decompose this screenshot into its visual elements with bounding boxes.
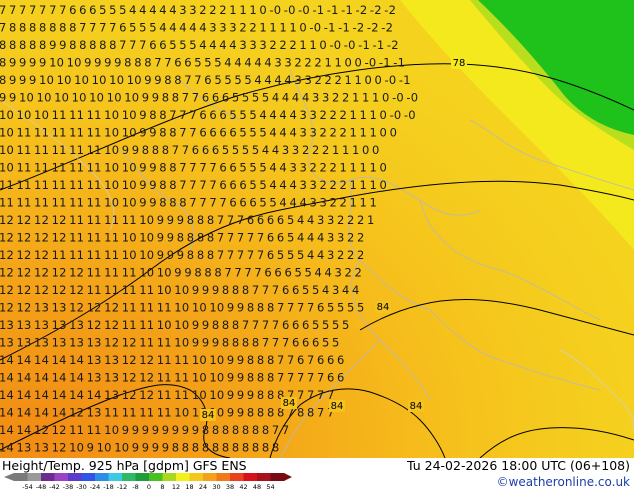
scale-swatch bbox=[14, 473, 28, 481]
scale-swatch bbox=[135, 473, 150, 481]
scale-swatch bbox=[257, 473, 271, 481]
credit-link[interactable]: ©weatheronline.co.uk bbox=[497, 475, 630, 489]
scale-tick-label: 18 bbox=[185, 483, 193, 490]
scale-swatch bbox=[243, 473, 258, 481]
contour-label: 84 bbox=[283, 398, 296, 409]
scale-swatch bbox=[68, 473, 82, 481]
scale-tick-label: 12 bbox=[172, 483, 180, 490]
weather-map: 7 7 7 7 7 7 7 6 6 6 5 5 5 4 4 4 4 4 3 3 … bbox=[0, 0, 634, 458]
scale-tick-label: -24 bbox=[90, 483, 101, 490]
grid-row: 12 12 12 12 12 11 11 11 11 10 10 9 9 9 8… bbox=[0, 283, 360, 297]
color-scale-legend: -54 -48 -42 -38 -30 -24 -18 -12 -8 0 8 12 18 24 30 38 42… bbox=[4, 473, 292, 490]
grid-row: 8 8 8 8 8 9 9 8 8 8 8 8 7 7 7 6 6 5 5 5 … bbox=[0, 38, 399, 52]
scale-tick-label: -54 bbox=[22, 483, 33, 490]
scale-swatch bbox=[216, 473, 231, 481]
map-title: Height/Temp. 925 hPa [gdpm] GFS ENS bbox=[2, 458, 247, 473]
grid-row: 10 11 11 11 11 11 10 9 9 8 8 8 7 7 6 6 6… bbox=[0, 143, 380, 157]
map-canvas: 7 7 7 7 7 7 7 6 6 6 5 5 5 4 4 4 4 4 3 3 … bbox=[0, 0, 634, 458]
scale-tick-label: -38 bbox=[63, 483, 74, 490]
scale-tick-label: 8 bbox=[160, 483, 164, 490]
contour-label: 84 bbox=[331, 401, 344, 412]
grid-row: 11 11 11 11 11 11 10 10 9 9 8 8 8 7 7 7 … bbox=[0, 196, 377, 210]
grid-row: 14 14 14 14 14 13 13 12 12 11 11 10 10 9… bbox=[0, 353, 345, 367]
grid-row: 10 11 11 11 11 11 10 10 9 9 8 8 7 7 7 7 … bbox=[0, 161, 387, 175]
grid-row: 12 12 12 11 11 11 11 10 10 9 9 9 8 8 8 7… bbox=[0, 248, 365, 262]
scale-tick-label: -18 bbox=[103, 483, 114, 490]
grid-row: 8 9 9 9 10 10 10 10 10 10 9 9 8 8 7 7 6 … bbox=[0, 73, 411, 87]
grid-row: 13 13 13 13 13 13 12 12 11 11 10 9 9 9 8… bbox=[0, 336, 340, 350]
grid-row: 14 14 14 14 14 13 13 12 12 11 11 10 10 9… bbox=[0, 371, 345, 385]
grid-row: 13 13 13 13 13 12 12 11 11 10 10 9 9 8 8… bbox=[0, 318, 350, 332]
scale-tick-label: -42 bbox=[49, 483, 60, 490]
grid-row: 14 13 13 12 10 9 10 10 9 9 9 9 8 8 8 8 8… bbox=[0, 441, 279, 455]
scale-swatch bbox=[203, 473, 217, 481]
scale-swatch bbox=[95, 473, 109, 481]
scale-tick-label: -8 bbox=[132, 483, 138, 490]
grid-row: 12 12 12 12 11 11 11 11 10 9 9 9 8 8 8 7… bbox=[0, 213, 375, 227]
grid-row: 7 7 7 7 7 7 7 6 6 6 5 5 5 4 4 4 4 4 3 3 … bbox=[0, 3, 396, 17]
grid-row: 8 9 9 9 9 10 10 9 9 9 9 8 8 8 7 7 6 6 5 … bbox=[0, 56, 405, 70]
contour-label: 84 bbox=[377, 302, 390, 313]
scale-tick-label: 30 bbox=[212, 483, 220, 490]
grid-row: 14 14 12 12 11 11 10 9 9 9 9 9 9 9 9 8 8… bbox=[0, 423, 289, 437]
scale-swatch bbox=[149, 473, 163, 481]
scale-tick-label: 38 bbox=[226, 483, 234, 490]
grid-row: 12 12 12 12 11 11 11 10 10 9 9 8 8 8 8 7… bbox=[0, 231, 365, 245]
scale-swatch bbox=[54, 473, 69, 481]
scale-swatch bbox=[81, 473, 96, 481]
scale-tick-label: 24 bbox=[199, 483, 207, 490]
scale-swatch bbox=[122, 473, 136, 481]
scale-swatch bbox=[176, 473, 190, 481]
scale-tick-label: -30 bbox=[76, 483, 87, 490]
grid-row: 12 12 13 13 12 12 12 11 11 11 10 10 10 9… bbox=[0, 301, 365, 315]
grid-row: 10 10 10 11 11 11 10 10 9 8 8 7 7 7 6 6 … bbox=[0, 108, 416, 122]
contour-label: 78 bbox=[453, 58, 466, 69]
scale-swatch bbox=[189, 473, 204, 481]
scale-swatch bbox=[162, 473, 177, 481]
scale-swatch bbox=[108, 473, 123, 481]
grid-row: 9 9 10 10 10 10 10 10 10 9 9 8 8 7 7 6 6… bbox=[0, 91, 418, 105]
grid-row: 12 12 12 12 12 11 11 11 10 10 9 9 8 8 8 … bbox=[0, 266, 362, 280]
scale-tick-label: 48 bbox=[253, 483, 261, 490]
grid-row: 7 8 8 8 8 8 8 8 7 7 7 7 6 5 5 5 4 4 4 4 … bbox=[0, 21, 393, 35]
scale-tick-label: -12 bbox=[117, 483, 128, 490]
contour-label: 84 bbox=[410, 401, 423, 412]
valid-time: Tu 24-02-2026 18:00 UTC (06+108) bbox=[407, 458, 630, 473]
scale-tick-label: -48 bbox=[36, 483, 47, 490]
scale-arrow-left bbox=[4, 473, 14, 481]
scale-tick-label: 54 bbox=[266, 483, 274, 490]
scale-tick-label: 0 bbox=[147, 483, 151, 490]
scale-arrow-right bbox=[284, 473, 292, 481]
grid-row: 10 11 11 11 11 11 10 10 9 9 8 8 7 7 6 6 … bbox=[0, 126, 397, 140]
scale-tick-label: 42 bbox=[239, 483, 247, 490]
scale-swatch bbox=[270, 473, 285, 481]
scale-swatch bbox=[230, 473, 244, 481]
scale-swatch bbox=[41, 473, 55, 481]
contour-label: 84 bbox=[202, 410, 215, 421]
scale-swatch bbox=[27, 473, 42, 481]
footer: Height/Temp. 925 hPa [gdpm] GFS ENS Tu 2… bbox=[0, 458, 634, 490]
grid-row: 11 11 11 11 11 11 10 10 9 9 8 8 7 7 7 7 … bbox=[0, 178, 387, 192]
